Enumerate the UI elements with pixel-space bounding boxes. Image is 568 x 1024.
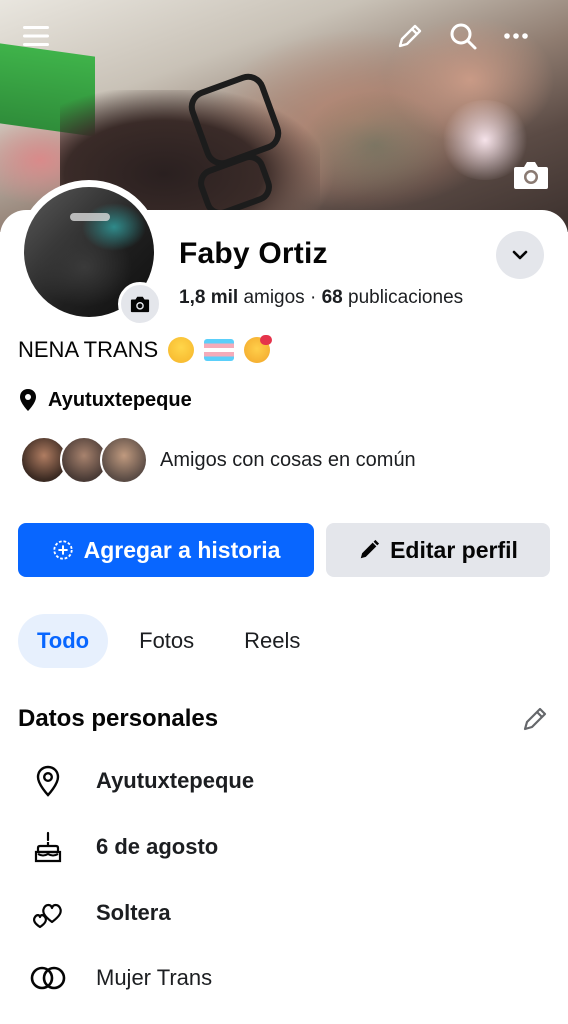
rings-icon [28,958,68,998]
stats-separator: · [309,287,317,308]
section-title: Datos personales [18,705,219,732]
tab-todo[interactable]: Todo [18,614,109,668]
detail-row-relationship[interactable]: Soltera [28,893,171,933]
location-pin-icon [20,389,36,411]
profile-stats[interactable]: 1,8 mil amigos · 68 publicaciones [179,287,463,309]
edit-profile-button[interactable]: Editar perfil [326,523,550,577]
posts-count: 68 [321,287,343,308]
detail-text: 6 de agosto [96,834,219,859]
mutual-friends-text: Amigos con cosas en común [160,448,416,471]
avatar-camera-icon[interactable] [118,282,162,326]
expand-button[interactable] [496,231,544,279]
friend-avatar [100,436,148,484]
birthday-cake-icon [28,827,68,867]
transgender-flag-icon [204,339,235,361]
location-text: Ayutuxtepeque [48,388,192,411]
pencil-icon[interactable] [392,18,428,54]
add-circle-icon [52,540,73,560]
location-pin-icon [28,761,68,801]
detail-text: Soltera [96,900,171,925]
detail-row-location[interactable]: Ayutuxtepeque [28,761,254,801]
tab-reels[interactable]: Reels [225,614,319,668]
friends-label: amigos [243,287,305,308]
smiling-emoji-icon [168,337,195,363]
profile-bio: NENA TRANS [18,335,273,363]
posts-label: publicaciones [348,287,464,308]
detail-text: Ayutuxtepeque [96,768,255,793]
search-icon[interactable] [445,18,481,54]
edit-profile-label: Editar perfil [390,536,518,563]
hearts-icon [28,893,68,933]
camera-icon[interactable] [512,157,550,193]
avatar-badge-shape [70,213,110,221]
pencil-icon[interactable] [520,704,550,734]
pencil-icon [360,539,380,559]
detail-row-gender[interactable]: Mujer Trans [28,958,212,998]
friends-count: 1,8 mil [179,287,239,308]
profile-tabs: Todo Fotos Reels [18,614,331,668]
tab-fotos[interactable]: Fotos [120,614,213,668]
profile-name: Faby Ortiz [179,237,328,270]
bio-text: NENA TRANS [18,337,159,362]
cover-tattoo-shape [300,90,450,200]
detail-row-birthday[interactable]: 6 de agosto [28,827,218,867]
profile-location: Ayutuxtepeque [18,388,192,412]
detail-text: Mujer Trans [96,965,213,990]
menu-icon[interactable] [18,18,54,54]
mutual-friends[interactable]: Amigos con cosas en común [20,436,416,484]
smiling-hearts-emoji-icon [244,335,273,363]
more-icon[interactable] [498,18,534,54]
chevron-down-icon [512,250,528,260]
add-story-label: Agregar a historia [83,536,281,563]
add-story-button[interactable]: Agregar a historia [18,523,314,577]
